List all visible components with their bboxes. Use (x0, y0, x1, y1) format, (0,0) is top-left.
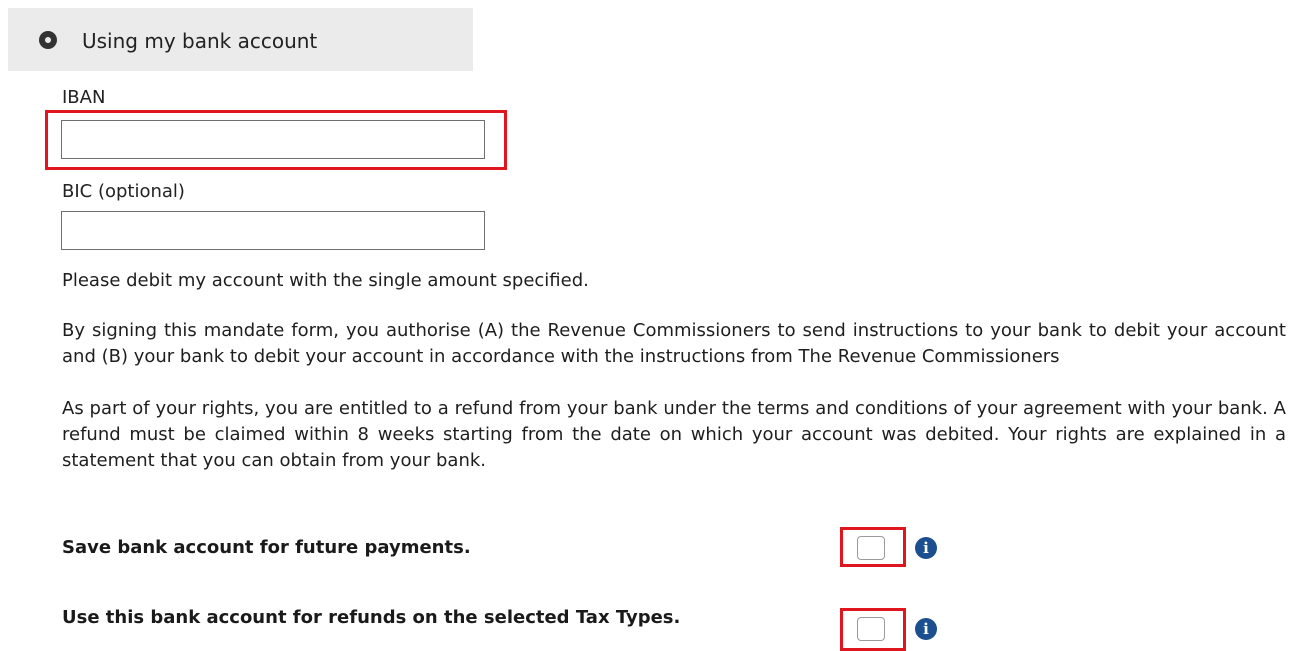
bic-input[interactable] (61, 211, 485, 250)
mandate-rights-text: As part of your rights, you are entitled… (62, 398, 1286, 471)
save-account-checkbox[interactable] (857, 536, 885, 560)
bank-account-radio-option[interactable]: Using my bank account (8, 8, 473, 71)
iban-label: IBAN (62, 87, 106, 108)
use-for-refunds-label: Use this bank account for refunds on the… (62, 607, 681, 628)
debit-notice-text: Please debit my account with the single … (62, 270, 589, 291)
radio-option-label: Using my bank account (82, 29, 318, 53)
use-for-refunds-checkbox[interactable] (857, 617, 885, 641)
info-icon[interactable]: i (915, 537, 937, 559)
radio-selected-icon[interactable] (39, 31, 57, 49)
save-account-label: Save bank account for future payments. (62, 537, 471, 558)
mandate-authorisation-text: By signing this mandate form, you author… (62, 320, 1286, 367)
bic-label: BIC (optional) (62, 181, 185, 202)
info-icon[interactable]: i (915, 618, 937, 640)
iban-input[interactable] (61, 120, 485, 159)
